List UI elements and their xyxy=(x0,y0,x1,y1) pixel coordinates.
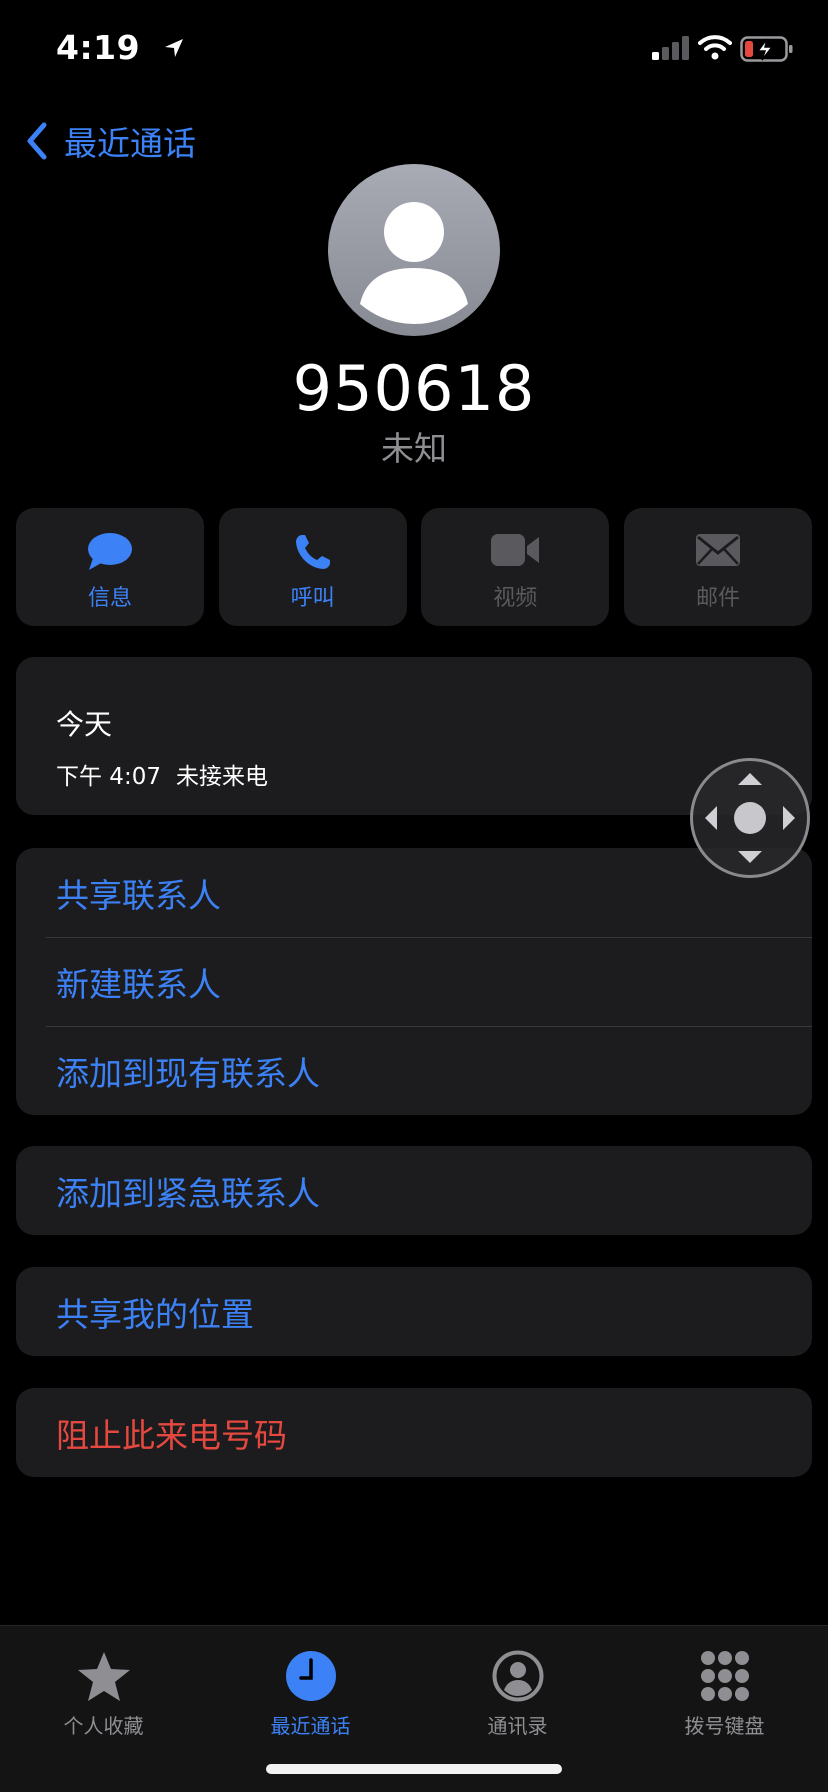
call-log-date: 今天 xyxy=(56,708,113,741)
tab-keypad[interactable]: 拨号键盘 xyxy=(621,1638,828,1738)
chevron-left-icon xyxy=(27,122,47,160)
caller-label: 未知 xyxy=(381,429,447,468)
message-icon xyxy=(88,533,132,570)
contacts-icon xyxy=(492,1650,543,1702)
tab-favorites-label: 个人收藏 xyxy=(63,1714,144,1738)
tab-recents-label: 最近通话 xyxy=(270,1714,351,1738)
tab-contacts[interactable]: 通讯录 xyxy=(414,1638,621,1738)
tab-recents[interactable]: 最近通话 xyxy=(207,1638,414,1738)
status-bar: 4:19 xyxy=(0,0,828,100)
status-time: 4:19 xyxy=(56,28,141,67)
share-location-card: 共享我的位置 xyxy=(16,1267,812,1356)
add-to-existing-contact-row[interactable]: 添加到现有联系人 xyxy=(16,1026,812,1115)
call-log-time: 下午 4:07 xyxy=(56,764,161,790)
video-icon xyxy=(491,534,540,566)
assistive-touch-button[interactable] xyxy=(690,758,810,878)
person-silhouette-icon xyxy=(360,202,468,324)
phone-icon xyxy=(295,535,330,569)
call-label: 呼叫 xyxy=(290,586,335,611)
message-button[interactable]: 信息 xyxy=(16,508,204,626)
mail-icon xyxy=(695,534,740,566)
directional-pad-icon xyxy=(705,773,795,863)
video-button[interactable]: 视频 xyxy=(421,508,610,626)
message-label: 信息 xyxy=(87,586,132,611)
battery-charging-icon xyxy=(740,36,793,62)
mail-button[interactable]: 邮件 xyxy=(623,508,812,626)
home-indicator[interactable] xyxy=(266,1764,562,1774)
screen: 4:19 最近通话 950618 未知 信息 呼叫 视频 邮件 今天 下午 4:… xyxy=(0,0,828,1792)
new-contact-row[interactable]: 新建联系人 xyxy=(16,937,812,1026)
clock-icon xyxy=(285,1651,336,1701)
block-caller-row[interactable]: 阻止此来电号码 xyxy=(16,1388,812,1477)
video-label: 视频 xyxy=(493,586,538,611)
back-button[interactable]: 最近通话 xyxy=(24,118,196,164)
call-log-status: 未接来电 xyxy=(176,764,268,790)
add-emergency-contact-row[interactable]: 添加到紧急联系人 xyxy=(16,1146,812,1235)
back-label: 最近通话 xyxy=(64,124,196,163)
share-location-row[interactable]: 共享我的位置 xyxy=(16,1267,812,1356)
mail-label: 邮件 xyxy=(695,586,740,611)
tab-keypad-label: 拨号键盘 xyxy=(684,1714,765,1738)
wifi-icon xyxy=(698,35,732,60)
emergency-contact-card: 添加到紧急联系人 xyxy=(16,1146,812,1235)
tab-contacts-label: 通讯录 xyxy=(487,1714,548,1738)
action-buttons: 信息 呼叫 视频 邮件 xyxy=(16,508,812,626)
star-icon xyxy=(77,1652,130,1701)
cellular-signal-icon xyxy=(652,36,689,60)
contact-options-card: 共享联系人 新建联系人 添加到现有联系人 xyxy=(16,848,812,1115)
block-caller-card: 阻止此来电号码 xyxy=(16,1388,812,1477)
avatar xyxy=(328,164,500,336)
caller-number: 950618 xyxy=(292,352,536,425)
keypad-icon xyxy=(700,1651,749,1701)
tab-favorites[interactable]: 个人收藏 xyxy=(0,1638,207,1738)
call-button[interactable]: 呼叫 xyxy=(218,508,407,626)
location-arrow-icon xyxy=(165,39,183,57)
